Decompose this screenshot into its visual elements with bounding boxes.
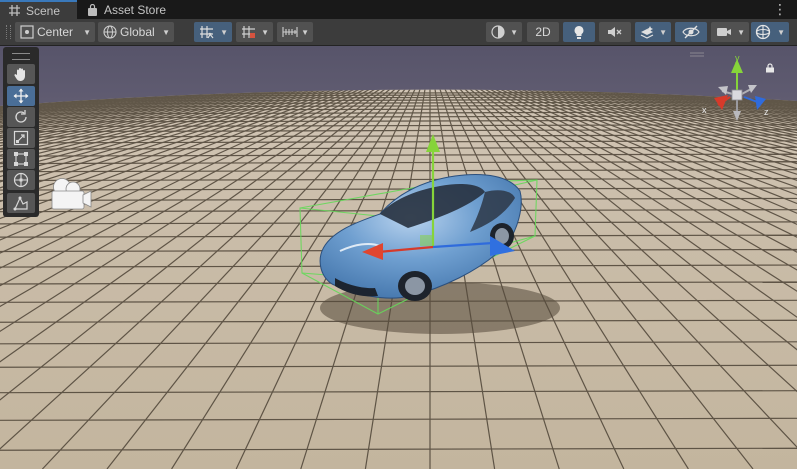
gizmos-dropdown[interactable]: ▼ <box>751 22 789 42</box>
scene-camera-dropdown[interactable]: ▼ <box>711 22 749 42</box>
increment-snap-icon <box>241 25 257 39</box>
scale-icon <box>13 130 29 146</box>
chevron-down-icon: ▼ <box>659 27 667 37</box>
transform-tool-button[interactable] <box>7 170 35 190</box>
chevron-down-icon: ▼ <box>83 27 91 37</box>
video-camera-icon <box>716 26 732 38</box>
hand-icon <box>13 66 29 82</box>
more-options-icon[interactable]: ⋮ <box>773 1 787 17</box>
tab-asset-store[interactable]: Asset Store <box>84 0 166 19</box>
scale-tool-button[interactable] <box>7 128 35 148</box>
custom-tool-button[interactable] <box>7 193 35 213</box>
chevron-down-icon: ▼ <box>510 27 518 37</box>
pivot-rotation-dropdown[interactable]: Global ▼ <box>98 22 174 42</box>
snap-settings-toggle[interactable]: ▼ <box>277 22 313 42</box>
globe-icon <box>103 25 117 39</box>
chevron-down-icon: ▼ <box>261 27 269 37</box>
grid-snap-icon <box>199 25 215 39</box>
tab-label: Scene <box>26 3 61 18</box>
tab-label: Asset Store <box>104 2 167 17</box>
transform-all-icon <box>13 172 29 188</box>
orientation-gizmo[interactable]: y x z <box>700 53 778 123</box>
chevron-down-icon: ▼ <box>301 27 309 37</box>
view-tool-button[interactable] <box>7 64 35 84</box>
z-axis-label: z <box>764 107 769 117</box>
audio-toggle[interactable] <box>599 22 631 42</box>
center-cube[interactable] <box>731 89 743 101</box>
x-axis-cone[interactable] <box>714 95 728 110</box>
rotate-icon <box>13 109 29 125</box>
move-tool-button[interactable] <box>7 86 35 106</box>
toggle-2d-label: 2D <box>535 25 551 39</box>
scene-toolbar: Center ▼ Global ▼ ▼ ▼ ▼ ▼ 2D ▼ ▼ ▼ <box>0 19 797 46</box>
eye-hidden-icon <box>682 25 700 39</box>
rotate-tool-button[interactable] <box>7 107 35 127</box>
increment-snapping-toggle[interactable]: ▼ <box>236 22 273 42</box>
overlay-drag-handle[interactable] <box>12 53 30 60</box>
tab-scene[interactable]: Scene <box>0 0 77 19</box>
effects-dropdown[interactable]: ▼ <box>635 22 671 42</box>
tab-strip: Scene Asset Store ⋮ <box>0 0 797 19</box>
chevron-down-icon: ▼ <box>220 27 228 37</box>
rect-tool-button[interactable] <box>7 149 35 169</box>
ruler-icon <box>282 25 298 39</box>
pivot-mode-dropdown[interactable]: Center ▼ <box>15 22 95 42</box>
rect-transform-icon <box>13 151 29 167</box>
draw-mode-dropdown[interactable]: ▼ <box>486 22 522 42</box>
scene-visibility-toggle[interactable] <box>675 22 707 42</box>
scene-window: Scene Asset Store ⋮ Center ▼ Global ▼ ▼ … <box>0 0 797 469</box>
speaker-muted-icon <box>607 25 623 39</box>
grid-snapping-toggle[interactable]: ▼ <box>194 22 232 42</box>
scene-lighting-toggle[interactable] <box>563 22 595 42</box>
x-axis-label: x <box>702 105 707 115</box>
gizmo-sphere-icon <box>755 24 771 40</box>
toolbar-grip[interactable] <box>6 25 11 39</box>
pivot-mode-label: Center <box>37 25 74 39</box>
chevron-down-icon: ▼ <box>777 27 785 37</box>
lightbulb-icon <box>573 25 585 40</box>
scene-viewport[interactable] <box>0 46 797 469</box>
custom-editor-tool-icon <box>13 195 29 211</box>
chevron-down-icon: ▼ <box>162 27 170 37</box>
pivot-center-icon <box>20 25 34 39</box>
effects-layers-icon <box>639 25 655 39</box>
y-axis-label: y <box>735 53 740 63</box>
scene-3d-view <box>0 46 797 469</box>
shading-sphere-icon <box>491 25 505 39</box>
toggle-2d-button[interactable]: 2D <box>527 22 559 42</box>
grid-icon <box>8 5 20 17</box>
shopping-bag-icon <box>86 3 98 16</box>
tools-overlay <box>3 47 39 217</box>
pivot-rotation-label: Global <box>120 25 155 39</box>
move-arrows-icon <box>13 88 29 104</box>
chevron-down-icon: ▼ <box>737 27 745 37</box>
